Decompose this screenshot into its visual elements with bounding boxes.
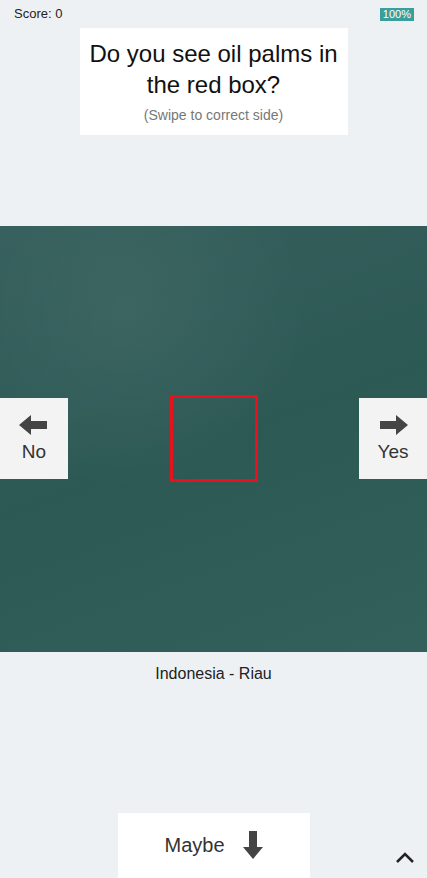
location-label: Indonesia - Riau	[0, 664, 427, 684]
left-arrow-icon	[19, 415, 49, 435]
question-card: Do you see oil palms in the red box? (Sw…	[80, 28, 348, 135]
score: Score: 0	[14, 6, 62, 22]
maybe-label: Maybe	[164, 830, 224, 860]
question-title: Do you see oil palms in the red box?	[88, 38, 340, 100]
no-label: No	[22, 441, 46, 463]
yes-button[interactable]: Yes	[359, 398, 427, 479]
maybe-button[interactable]: Maybe	[118, 813, 310, 878]
question-hint: (Swipe to correct side)	[88, 106, 340, 124]
no-button[interactable]: No	[0, 398, 68, 479]
app-screen: Score: 0 100% Do you see oil palms in th…	[0, 0, 427, 878]
chevron-up-icon[interactable]	[395, 850, 415, 864]
target-box	[170, 395, 258, 482]
down-arrow-icon	[243, 831, 263, 859]
battery-indicator: 100%	[380, 8, 414, 21]
satellite-image[interactable]: No Yes	[0, 226, 427, 652]
status-bar: Score: 0 100%	[0, 0, 427, 28]
yes-label: Yes	[378, 441, 409, 463]
right-arrow-icon	[378, 415, 408, 435]
